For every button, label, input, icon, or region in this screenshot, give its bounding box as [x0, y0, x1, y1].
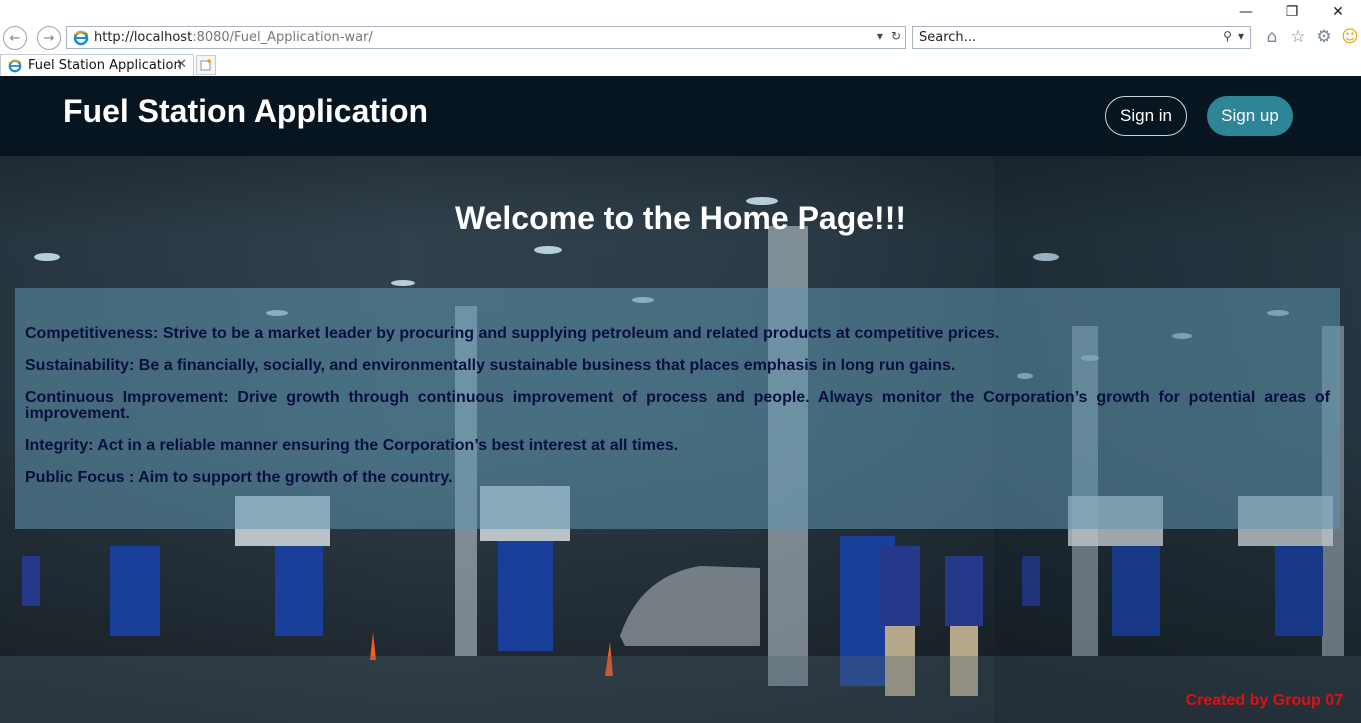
new-tab-button[interactable] [196, 55, 216, 75]
close-icon[interactable]: ✕ [1315, 0, 1361, 24]
value-competitiveness: Competitiveness: Strive to be a market l… [25, 325, 1000, 342]
sign-up-button[interactable]: Sign up [1207, 96, 1293, 136]
address-tools: ▾ ↻ [877, 29, 901, 43]
browser-chrome: — ❐ ✕ ← → http://localhost:8080/Fuel_App… [0, 0, 1361, 76]
search-dropdown-icon[interactable]: ▾ [1238, 29, 1244, 43]
minimize-icon[interactable]: — [1223, 0, 1269, 24]
value-integrity: Integrity: Act in a reliable manner ensu… [25, 437, 679, 454]
search-icon[interactable]: ⚲ [1223, 29, 1232, 43]
forward-arrow-icon: → [43, 30, 55, 46]
restore-icon[interactable]: ❐ [1269, 0, 1315, 24]
value-sustainability: Sustainability: Be a financially, social… [25, 357, 956, 374]
address-path: :8080/Fuel_Application-war/ [192, 30, 373, 45]
web-page: Fuel Station Application Sign in Sign up… [0, 76, 1361, 723]
browser-search-input[interactable] [913, 30, 1203, 45]
new-tab-icon [200, 59, 211, 71]
toolbar-icons: ⌂ ☆ ⚙ ☺ [1262, 27, 1360, 47]
browser-search-box[interactable]: ⚲ ▾ [912, 26, 1251, 49]
address-host: http://localhost [94, 30, 193, 45]
home-icon[interactable]: ⌂ [1262, 27, 1282, 47]
tab-close-icon[interactable]: ✕ [176, 57, 187, 72]
value-public-focus: Public Focus : Aim to support the growth… [25, 469, 453, 486]
back-button[interactable]: ← [3, 26, 27, 50]
browser-tab[interactable]: Fuel Station Application ✕ [0, 54, 194, 76]
tab-title: Fuel Station Application [28, 58, 182, 73]
values-panel: Competitiveness: Strive to be a market l… [15, 288, 1340, 529]
star-icon[interactable]: ☆ [1288, 27, 1308, 47]
sign-in-button[interactable]: Sign in [1105, 96, 1187, 136]
value-continuous-improvement: Continuous Improvement: Drive growth thr… [25, 389, 1330, 422]
window-controls: — ❐ ✕ [1223, 0, 1361, 24]
site-navbar: Fuel Station Application Sign in Sign up [0, 76, 1361, 156]
site-brand[interactable]: Fuel Station Application [63, 93, 428, 130]
refresh-icon[interactable]: ↻ [891, 29, 901, 43]
ie-page-icon [72, 29, 90, 47]
search-tools: ⚲ ▾ [1223, 29, 1244, 43]
forward-button[interactable]: → [37, 26, 61, 50]
footer-credit: Created by Group 07 [1185, 692, 1343, 709]
dropdown-arrow-icon[interactable]: ▾ [877, 29, 883, 43]
back-arrow-icon: ← [9, 30, 21, 46]
gear-icon[interactable]: ⚙ [1314, 27, 1334, 47]
address-bar[interactable]: http://localhost:8080/Fuel_Application-w… [66, 26, 906, 49]
address-text: http://localhost:8080/Fuel_Application-w… [94, 30, 373, 45]
page-title: Welcome to the Home Page!!! [454, 200, 907, 236]
tab-ie-icon [6, 57, 24, 75]
smiley-icon[interactable]: ☺ [1340, 27, 1360, 47]
